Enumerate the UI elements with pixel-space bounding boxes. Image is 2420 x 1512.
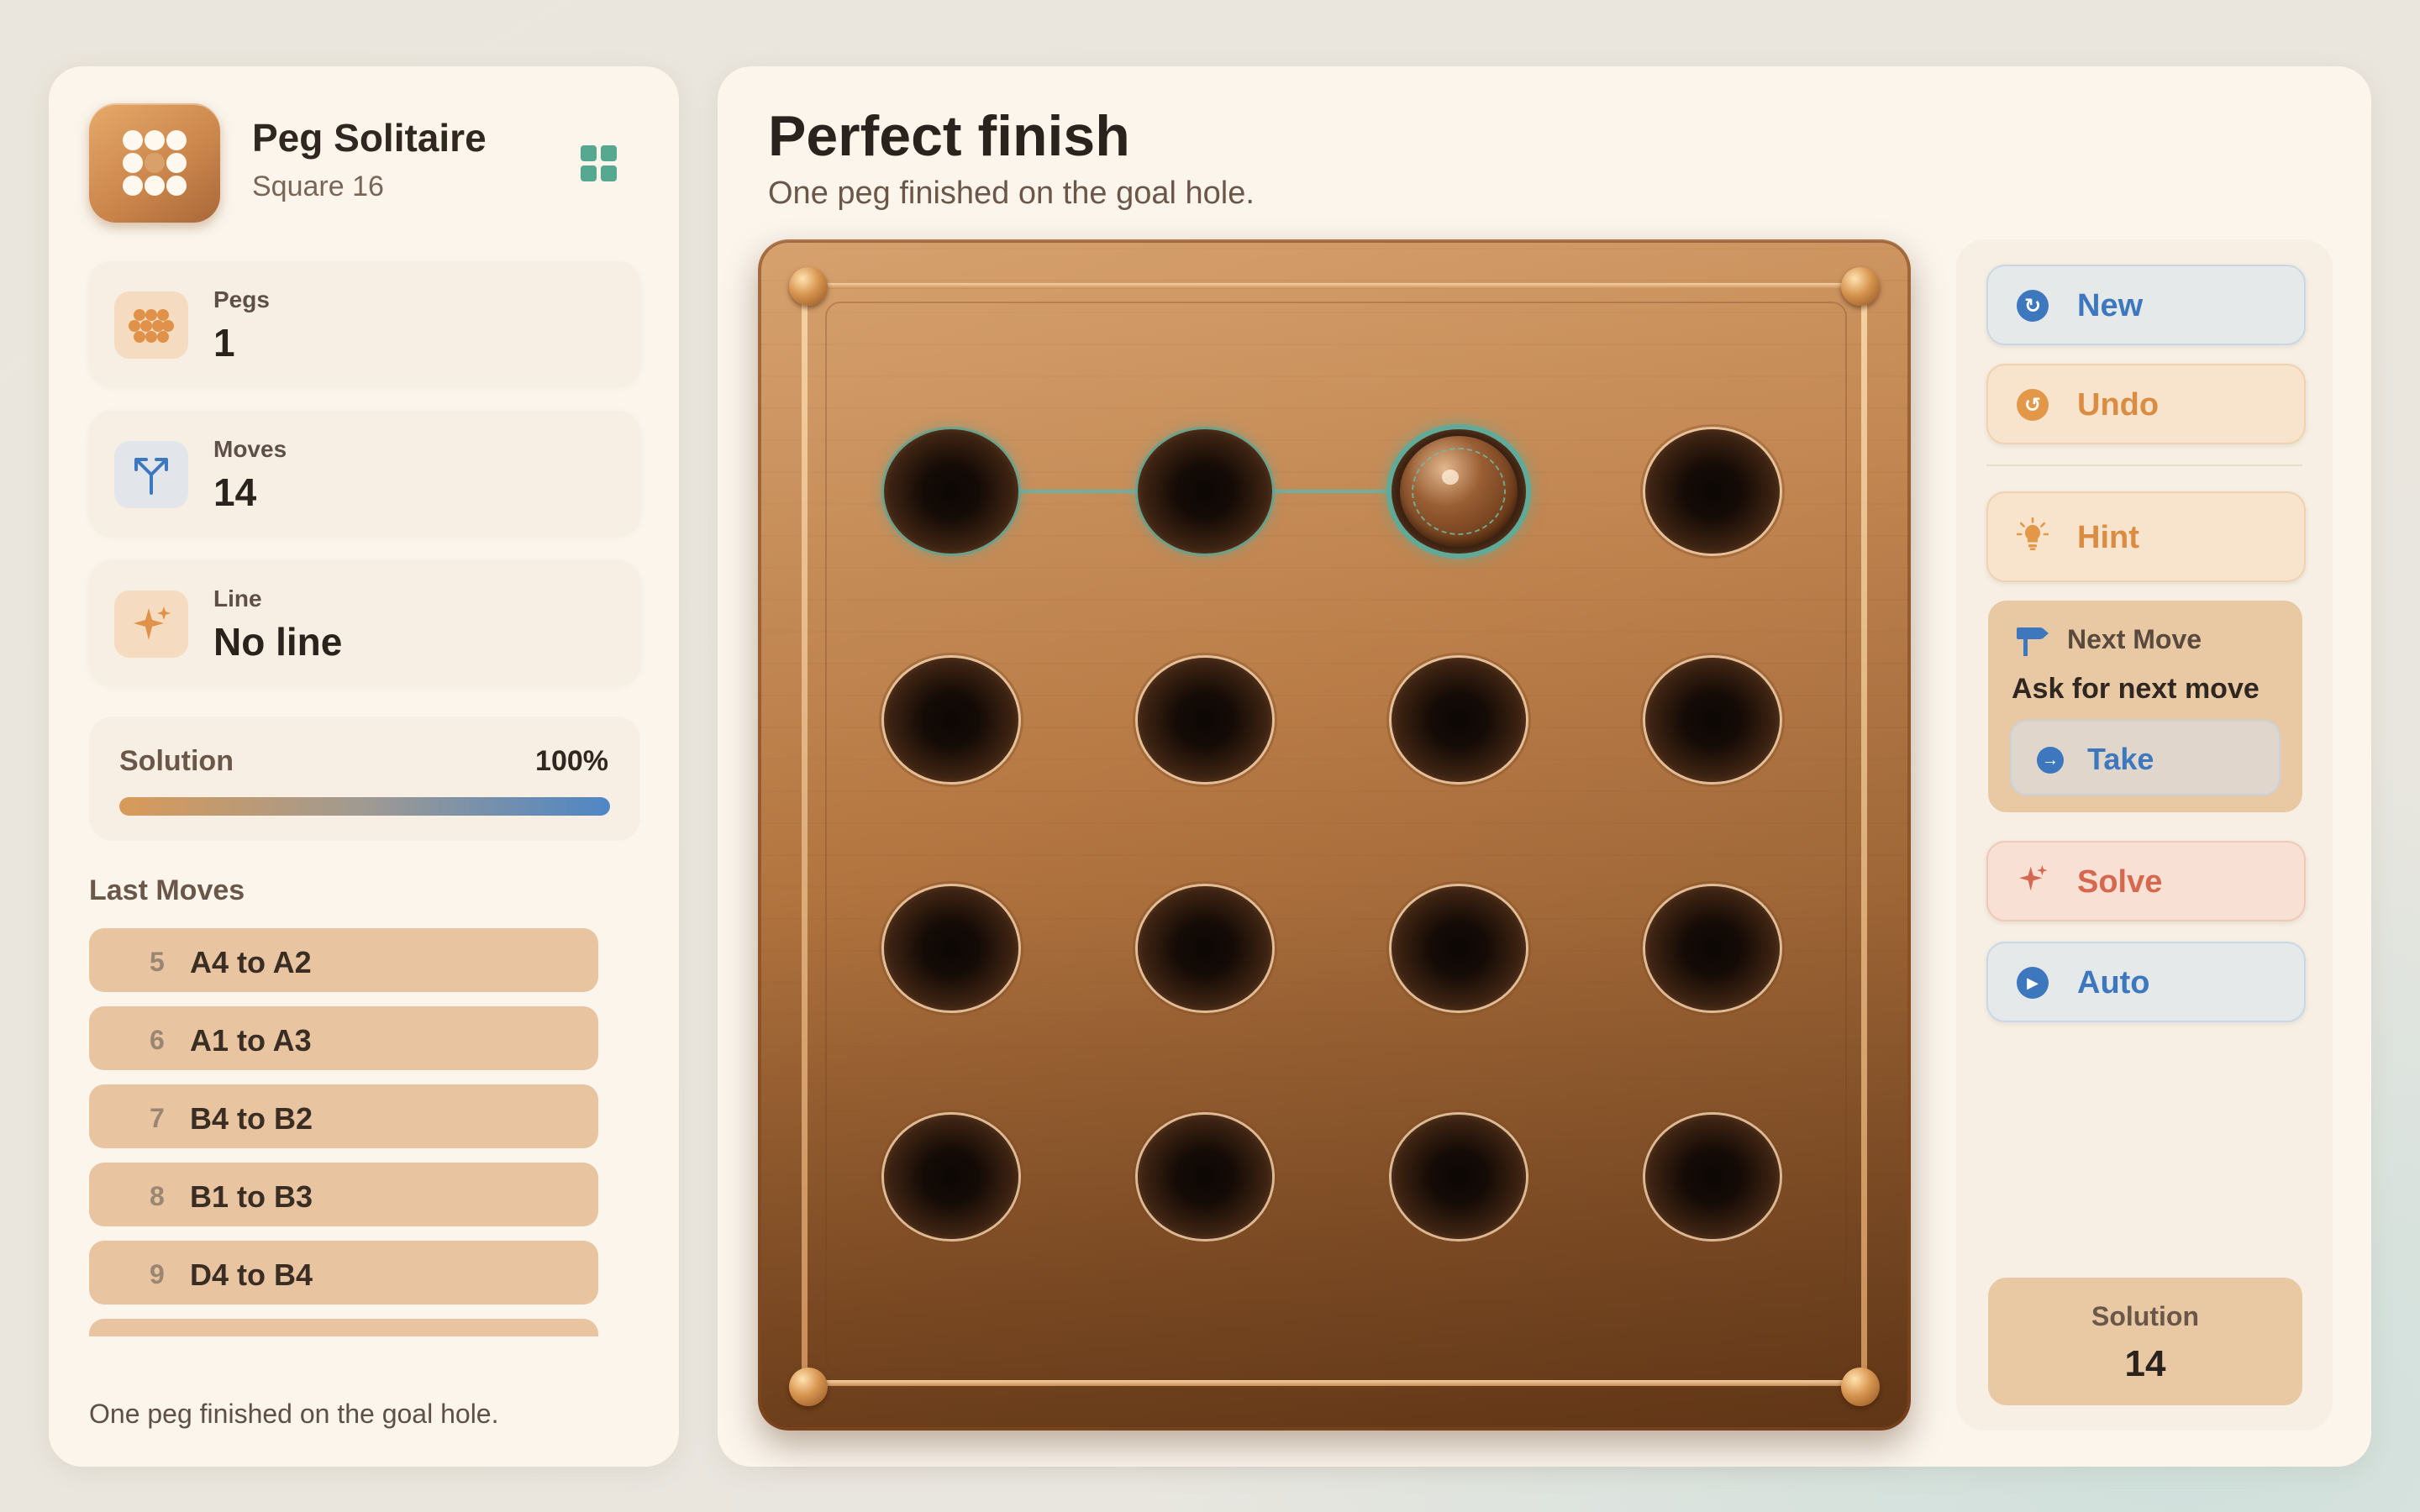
solution-progress-fill: [119, 797, 610, 816]
last-moves-list[interactable]: 5 A4 to A2 6 A1 to A3 7 B4 to B2 8 B1 to…: [89, 928, 600, 1336]
solution-progress-card: Solution 100%: [89, 717, 640, 841]
new-game-button[interactable]: ↻ New: [1986, 265, 2306, 345]
move-text: A4 to A2: [190, 945, 312, 979]
solve-label: Solve: [2077, 864, 2163, 900]
stat-card-line: Line No line: [89, 560, 640, 685]
board-hole-c2[interactable]: [1392, 658, 1526, 782]
controls-panel: ↻ New ↺ Undo Hint Next Move Ask for next…: [1956, 239, 2333, 1431]
corner-knob: [1841, 267, 1880, 306]
move-text: B1 to B3: [190, 1179, 313, 1214]
status-footer: One peg finished on the goal hole.: [89, 1399, 499, 1429]
list-item[interactable]: 8 B1 to B3: [89, 1163, 598, 1226]
take-label: Take: [2087, 742, 2154, 776]
list-item[interactable]: 7 B4 to B2: [89, 1084, 598, 1148]
hint-label: Hint: [2077, 520, 2139, 555]
sparkle-icon: [114, 591, 188, 658]
solution-progress-percent: 100%: [535, 745, 608, 777]
board-rail-right: [1861, 283, 1867, 1386]
board-hole-a3[interactable]: [884, 886, 1018, 1011]
stat-card-moves: Moves 14: [89, 411, 640, 535]
stat-card-pegs: Pegs 1: [89, 261, 640, 386]
game-board[interactable]: [758, 239, 1911, 1431]
board-rail-top: [802, 283, 1867, 289]
undo-button[interactable]: ↺ Undo: [1986, 364, 2306, 444]
board-hole-b2[interactable]: [1138, 658, 1272, 782]
list-item[interactable]: 9 D4 to B4: [89, 1241, 598, 1305]
solution-count-label: Solution: [2091, 1301, 2199, 1331]
undo-icon: ↺: [2017, 389, 2049, 421]
app-icon: [89, 103, 220, 223]
board-hole-a1[interactable]: [884, 429, 1018, 554]
main-panel: Perfect finish One peg finished on the g…: [718, 66, 2371, 1467]
restart-icon: ↻: [2017, 290, 2049, 322]
solution-progress-label: Solution: [119, 745, 234, 777]
stat-value: 14: [213, 470, 257, 514]
corner-knob: [789, 1368, 828, 1406]
signpost-icon: [2013, 624, 2050, 662]
new-game-label: New: [2077, 288, 2144, 323]
stat-value: 1: [213, 321, 235, 365]
board-hole-d2[interactable]: [1645, 658, 1780, 782]
app-title: Peg Solitaire: [252, 116, 487, 160]
last-moves-title: Last Moves: [89, 874, 245, 906]
board-hole-d1[interactable]: [1645, 429, 1780, 554]
stat-label: Moves: [213, 436, 287, 462]
grid-view-icon[interactable]: [581, 145, 618, 182]
solution-count-value: 14: [2124, 1343, 2166, 1384]
undo-label: Undo: [2077, 387, 2160, 423]
move-number: 5: [150, 947, 165, 977]
next-move-card: Next Move Ask for next move → Take: [1988, 601, 2302, 812]
play-icon: ▶: [2017, 967, 2049, 999]
auto-label: Auto: [2077, 965, 2150, 1000]
board-rail-left: [802, 283, 808, 1386]
board-hole-c1[interactable]: [1392, 429, 1526, 554]
controls-divider: [1986, 465, 2302, 466]
goal-ring: [1412, 448, 1506, 535]
board-hole-a4[interactable]: [884, 1115, 1018, 1239]
auto-play-button[interactable]: ▶ Auto: [1986, 942, 2306, 1022]
list-item[interactable]: 6 A1 to A3: [89, 1006, 598, 1070]
board-rail-bottom: [802, 1380, 1867, 1386]
board-hole-a2[interactable]: [884, 658, 1018, 782]
take-move-button[interactable]: → Take: [2010, 720, 2281, 795]
solve-button[interactable]: Solve: [1986, 841, 2306, 921]
move-text: A1 to A3: [190, 1023, 312, 1058]
board-hole-c3[interactable]: [1392, 886, 1526, 1011]
corner-knob: [789, 267, 828, 306]
peg-shine: [1442, 470, 1459, 485]
corner-knob: [1841, 1368, 1880, 1406]
next-move-title: Next Move: [2067, 624, 2202, 654]
list-item[interactable]: 5 A4 to A2: [89, 928, 598, 992]
board-hole-b4[interactable]: [1138, 1115, 1272, 1239]
move-number: 7: [150, 1103, 165, 1133]
hint-button[interactable]: Hint: [1986, 491, 2306, 582]
next-move-text: Ask for next move: [2012, 673, 2260, 705]
sidebar: Peg Solitaire Square 16 Pegs 1 Moves 14 …: [49, 66, 679, 1467]
app-subtitle: Square 16: [252, 171, 384, 202]
page-title: Perfect finish: [768, 104, 1130, 168]
list-item[interactable]: [89, 1319, 598, 1336]
stat-label: Pegs: [213, 286, 270, 312]
solution-count-card: Solution 14: [1988, 1278, 2302, 1405]
board-hole-b3[interactable]: [1138, 886, 1272, 1011]
sparkle-icon: [2017, 863, 2049, 895]
board-hole-d3[interactable]: [1645, 886, 1780, 1011]
board-hole-b1[interactable]: [1138, 429, 1272, 554]
lightbulb-icon: [2017, 517, 2049, 550]
peg[interactable]: [1400, 436, 1518, 547]
board-hole-d4[interactable]: [1645, 1115, 1780, 1239]
move-text: B4 to B2: [190, 1101, 313, 1136]
stat-value: No line: [213, 620, 343, 664]
page-subtitle: One peg finished on the goal hole.: [768, 176, 1255, 211]
pegs-cluster-icon: [114, 291, 188, 359]
solution-progress-track: [119, 797, 610, 816]
stat-label: Line: [213, 585, 262, 612]
arrow-right-circle-icon: →: [2037, 747, 2064, 774]
move-number: 9: [150, 1259, 165, 1289]
move-number: 8: [150, 1181, 165, 1211]
move-text: D4 to B4: [190, 1257, 313, 1292]
board-hole-c4[interactable]: [1392, 1115, 1526, 1239]
fork-arrows-icon: [114, 441, 188, 508]
move-number: 6: [150, 1025, 165, 1055]
